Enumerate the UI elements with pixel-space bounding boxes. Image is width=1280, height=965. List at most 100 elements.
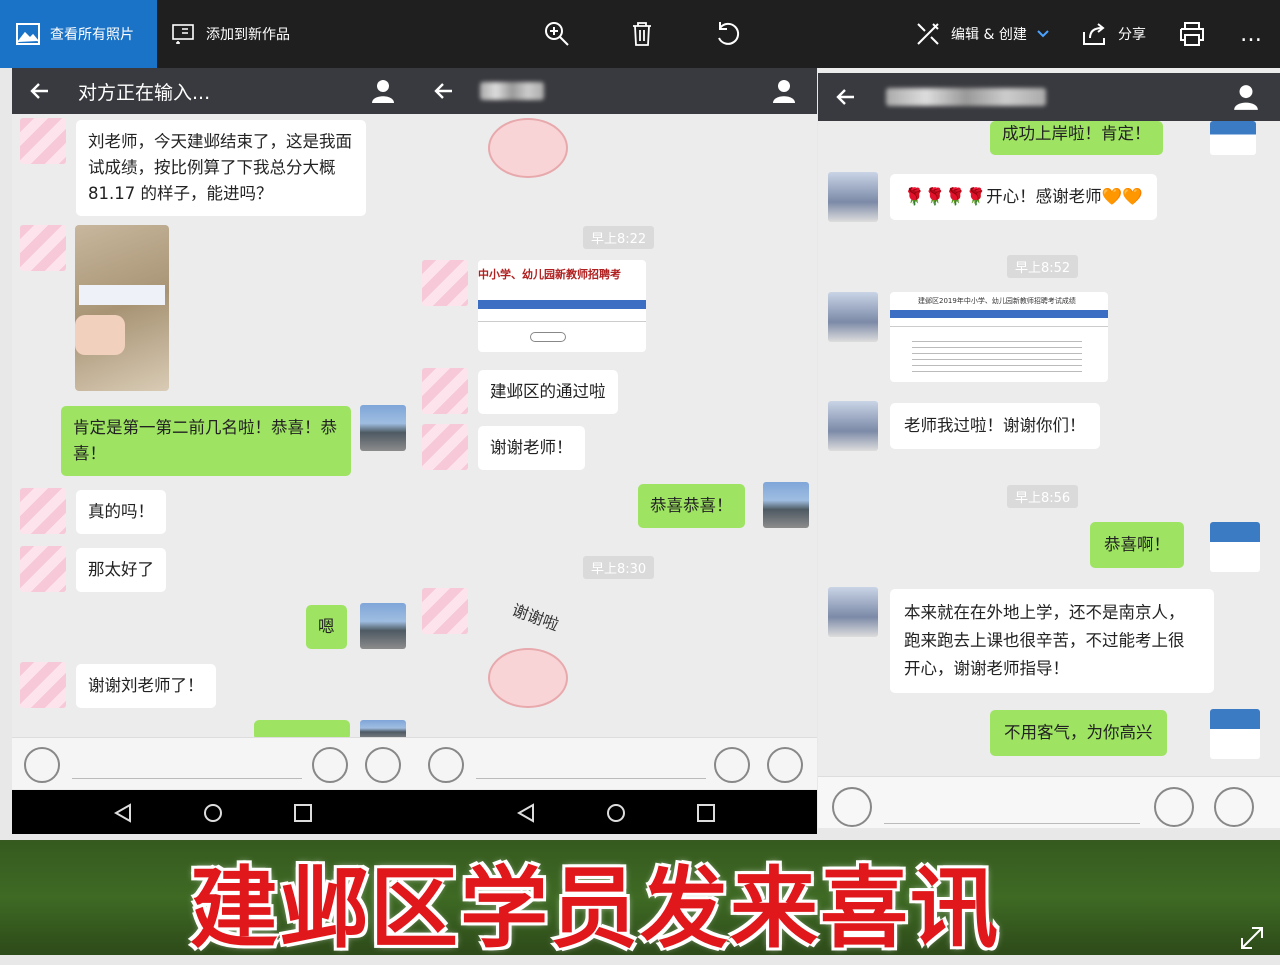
add-to-creation-button[interactable]: 添加到新作品 [172, 0, 290, 68]
chat-header: 对方正在输入... [12, 68, 416, 114]
photo-paper [79, 285, 165, 305]
avatar[interactable] [20, 118, 66, 164]
print-button[interactable] [1179, 0, 1205, 68]
print-icon [1180, 22, 1204, 46]
back-triangle-icon[interactable] [515, 802, 537, 824]
avatar[interactable] [422, 588, 468, 634]
more-button[interactable]: … [1240, 0, 1262, 68]
delete-button[interactable] [630, 0, 654, 68]
avatar[interactable] [20, 546, 66, 592]
message-bubble: 谢谢老师！ [478, 426, 585, 470]
chat-header [818, 73, 1280, 121]
voice-icon[interactable] [428, 747, 464, 783]
message-bubble: 🌹🌹🌹🌹开心！感谢老师🧡🧡 [890, 174, 1157, 220]
text-input[interactable] [884, 823, 1140, 824]
emoji-icon[interactable] [1154, 787, 1194, 827]
plus-icon[interactable] [1214, 787, 1254, 827]
chat-panel-1: 对方正在输入... 刘老师，今天建邺结束了，这是我面试成绩，按比例算了下我总分大… [12, 68, 416, 834]
avatar[interactable] [422, 368, 468, 414]
home-circle-icon[interactable] [202, 802, 224, 824]
avatar[interactable] [828, 172, 878, 222]
card-table-row [890, 319, 1108, 327]
edit-create-label: 编辑 & 创建 [951, 27, 1027, 43]
avatar[interactable] [20, 488, 66, 534]
plus-icon[interactable] [767, 747, 803, 783]
expand-icon[interactable] [1238, 924, 1266, 952]
avatar[interactable] [360, 603, 406, 649]
card-table-header [478, 300, 646, 309]
card-notes [912, 336, 1082, 372]
score-card[interactable]: 中小学、幼儿园新教师招聘考 [478, 260, 646, 352]
message-bubble: 本来就在在外地上学，还不是南京人，跑来跑去上课也很辛苦，不过能考上很开心，谢谢老… [890, 589, 1214, 693]
share-label: 分享 [1118, 27, 1146, 43]
photo-viewer-toolbar: 查看所有照片 添加到新作品 编辑 & 创建 分享 … [0, 0, 1280, 68]
user-profile-icon[interactable] [771, 78, 797, 104]
message-bubble: 嗯 [306, 605, 347, 649]
chat-header [416, 68, 817, 114]
avatar[interactable] [828, 292, 878, 342]
message-bubble: 不用客气，为你高兴 [990, 710, 1167, 756]
image-icon [16, 23, 40, 45]
avatar[interactable] [828, 401, 878, 451]
text-input[interactable] [476, 778, 706, 779]
score-card[interactable]: 建邺区2019年中小学、幼儿园新教师招聘考试成绩 [890, 292, 1108, 382]
avatar[interactable] [20, 225, 66, 271]
banner-headline: 建邺区学员发来喜讯 [190, 856, 1001, 960]
timestamp: 早上8:22 [583, 226, 655, 249]
message-bubble: 真的吗！ [76, 490, 166, 534]
back-arrow-icon[interactable] [834, 85, 858, 109]
add-to-label: 添加到新作品 [206, 27, 290, 43]
rotate-icon [718, 22, 740, 45]
timestamp: 早上8:52 [1007, 255, 1079, 278]
avatar[interactable] [360, 405, 406, 451]
pig-sticker[interactable] [488, 648, 568, 708]
recents-square-icon[interactable] [292, 802, 314, 824]
voice-icon[interactable] [24, 747, 60, 783]
back-arrow-icon[interactable] [28, 79, 52, 103]
back-arrow-icon[interactable] [432, 79, 456, 103]
plus-icon[interactable] [365, 747, 401, 783]
emoji-icon[interactable] [312, 747, 348, 783]
pig-sticker[interactable] [488, 118, 568, 178]
zoom-in-button[interactable] [543, 0, 571, 68]
message-bubble: 刘老师，今天建邺结束了，这是我面试成绩，按比例算了下我总分大概 81.17 的样… [76, 120, 366, 216]
avatar[interactable] [763, 482, 809, 528]
message-bubble: 谢谢刘老师了！ [76, 664, 216, 708]
share-button[interactable]: 分享 [1082, 0, 1146, 68]
user-profile-icon[interactable] [370, 78, 396, 104]
text-input[interactable] [72, 778, 302, 779]
avatar[interactable] [20, 662, 66, 708]
message-bubble: 恭喜啊！ [1090, 522, 1184, 568]
avatar[interactable] [828, 587, 878, 637]
share-icon [1083, 23, 1105, 45]
user-profile-icon[interactable] [1232, 83, 1260, 111]
avatar[interactable] [1210, 709, 1260, 759]
zoom-in-icon [545, 22, 569, 46]
rotate-button[interactable] [714, 0, 742, 68]
score-photo[interactable] [75, 225, 169, 391]
timestamp: 早上8:56 [1007, 485, 1079, 508]
message-bubble: 肯定是第一第二前几名啦！恭喜！恭喜！ [61, 406, 351, 476]
message-bubble: 成功上岸啦！肯定！ [990, 121, 1163, 155]
avatar[interactable] [422, 260, 468, 306]
voice-icon[interactable] [832, 787, 872, 827]
add-creation-icon [172, 24, 194, 44]
avatar[interactable] [422, 424, 468, 470]
card-table-header [890, 310, 1108, 318]
home-circle-icon[interactable] [605, 802, 627, 824]
blurred-contact-name [886, 88, 1046, 106]
message-bubble: 恭喜恭喜！ [638, 484, 745, 528]
view-all-photos-button[interactable]: 查看所有照片 [0, 0, 157, 68]
back-triangle-icon[interactable] [112, 802, 134, 824]
edit-create-button[interactable]: 编辑 & 创建 [915, 0, 1049, 68]
avatar[interactable] [1210, 522, 1260, 572]
trash-icon [633, 22, 651, 46]
input-bar [818, 776, 1280, 828]
chevron-down-icon [1037, 30, 1049, 38]
photo-hand [75, 315, 125, 355]
message-bubble: 建邺区的通过啦 [478, 370, 618, 414]
emoji-icon[interactable] [714, 747, 750, 783]
avatar[interactable] [1210, 121, 1256, 155]
recents-square-icon[interactable] [695, 802, 717, 824]
blurred-contact-name [480, 82, 544, 100]
